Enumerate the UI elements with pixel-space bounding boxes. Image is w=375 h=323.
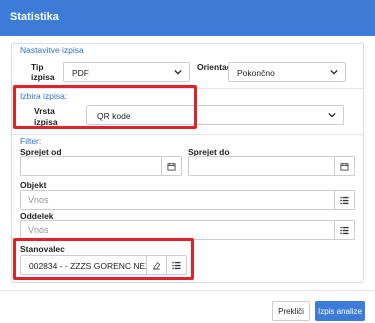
calendar-button[interactable] [161,157,181,175]
filter-section-title: Filter: [20,136,42,146]
object-label: Objekt [20,180,47,190]
print-type-select[interactable]: PDF [63,62,190,82]
calendar-icon [340,162,349,171]
chevron-down-icon [174,69,182,75]
object-placeholder: Vnos [28,195,49,205]
list-button[interactable] [334,191,354,209]
calendar-icon [167,162,176,171]
department-input[interactable]: Vnos [20,220,355,240]
statistics-modal: Statistika Nastavitve izpisa Tip izpisa … [0,0,375,323]
section-divider [12,134,363,135]
selection-highlight [13,85,197,129]
chevron-down-icon [330,69,338,75]
chevron-down-icon [328,112,336,118]
orientation-value: Pokončno [237,68,275,78]
object-input[interactable]: Vnos [20,190,355,210]
resident-highlight [13,238,194,280]
print-type-value: PDF [72,68,89,78]
list-icon [340,226,349,234]
calendar-button[interactable] [334,157,354,175]
received-to-input[interactable] [188,156,355,176]
run-analysis-button[interactable]: Izpis analize [315,301,365,321]
modal-header: Statistika [0,0,375,36]
received-from-input[interactable] [20,156,182,176]
modal-title: Statistika [10,11,59,23]
footer-divider [0,290,375,291]
list-icon [340,196,349,204]
orientation-select[interactable]: Pokončno [228,62,346,82]
list-button[interactable] [334,221,354,239]
cancel-button[interactable]: Prekliči [272,301,310,321]
department-placeholder: Vnos [28,225,49,235]
print-type-label: Tip izpisa [31,62,55,82]
settings-section-title: Nastavitve izpisa [20,45,84,55]
